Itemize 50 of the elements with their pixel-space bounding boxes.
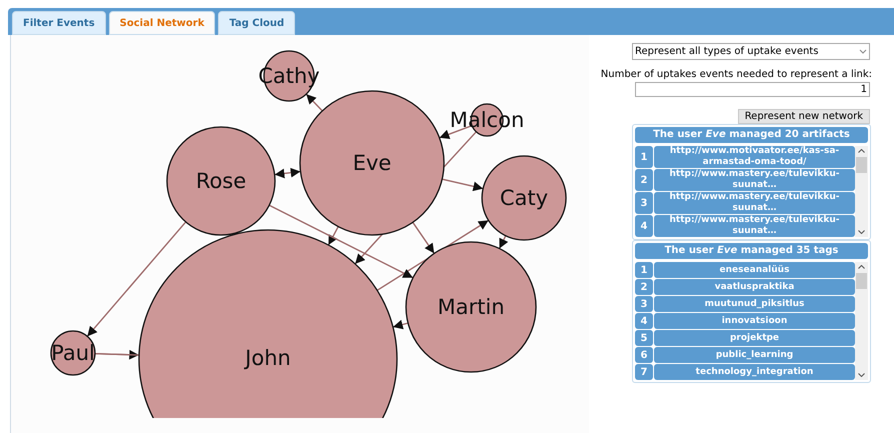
tag-item[interactable]: vaatluspraktika — [654, 279, 855, 295]
scrollbar-thumb[interactable] — [856, 157, 867, 173]
dropdown-value: Represent all types of uptake events — [635, 46, 818, 56]
scrollbar[interactable] — [855, 262, 868, 380]
person-node[interactable]: John — [138, 229, 398, 418]
chevron-down-icon — [858, 373, 865, 377]
artifact-item[interactable]: http://www.mastery.ee/tulevikku-suunat… — [654, 192, 855, 214]
tag-item[interactable]: eneseanalüüs — [654, 262, 855, 278]
link-arrow — [498, 235, 508, 249]
scrollbar-thumb[interactable] — [856, 273, 867, 289]
threshold-input[interactable]: 1 — [635, 82, 870, 97]
chevron-up-icon — [858, 149, 865, 153]
row-number: 2 — [635, 169, 653, 191]
link-arrow — [274, 168, 301, 178]
threshold-label: Number of uptakes events needed to represent a link: — [600, 70, 872, 80]
tab[interactable]: Social Network — [108, 11, 216, 35]
person-node[interactable]: Martin — [405, 241, 537, 373]
artifact-item[interactable]: http://www.mastery.ee/tulevikku-suunat… — [654, 169, 855, 191]
represent-network-button[interactable]: Represent new network — [738, 109, 870, 124]
artifact-item[interactable]: http://www.mastery.ee/tulevikku-suunat… — [654, 215, 855, 237]
row-number: 1 — [635, 262, 653, 278]
row-number: 1 — [635, 146, 653, 168]
row-number: 3 — [635, 296, 653, 312]
tag-item[interactable]: technology_integration — [654, 364, 855, 380]
chevron-up-icon — [858, 265, 865, 269]
tab[interactable]: Filter Events — [12, 11, 106, 35]
tag-item[interactable]: projektpe — [654, 330, 855, 346]
list-header: The user Eve managed 20 artifacts — [635, 127, 868, 143]
row-number: 3 — [635, 192, 653, 214]
row-number: 5 — [635, 330, 653, 346]
scrollbar[interactable] — [855, 146, 868, 237]
list-header: The user Eve managed 35 tags — [635, 243, 868, 259]
tab[interactable]: Tag Cloud — [218, 11, 296, 35]
row-number: 2 — [635, 279, 653, 295]
row-number: 6 — [635, 347, 653, 363]
row-number: 4 — [635, 313, 653, 329]
tag-item[interactable]: muutunud_piksitlus — [654, 296, 855, 312]
person-node[interactable]: Eve — [299, 90, 445, 236]
chevron-down-icon — [858, 230, 865, 234]
tag-item[interactable]: innovatsioon — [654, 313, 855, 329]
link-arrow — [392, 320, 408, 330]
row-number: 7 — [635, 364, 653, 380]
row-number: 4 — [635, 215, 653, 237]
person-node[interactable]: Caty — [481, 155, 567, 241]
person-node[interactable]: Paul — [50, 330, 96, 376]
link-arrow — [306, 94, 323, 112]
chevron-down-icon — [859, 49, 867, 54]
person-node[interactable]: Rose — [166, 126, 276, 236]
event-type-dropdown[interactable]: Represent all types of uptake events — [632, 43, 870, 60]
tag-item[interactable]: public_learning — [654, 347, 855, 363]
